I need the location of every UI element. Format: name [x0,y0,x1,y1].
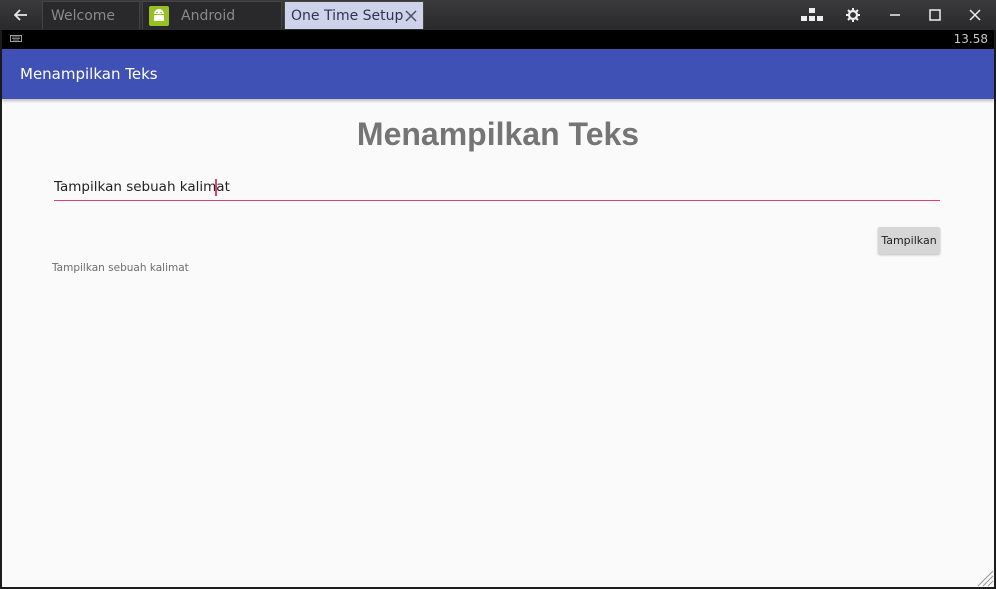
text-caret [215,179,217,196]
keyboard-layout-icon [801,8,823,21]
page-heading: Menampilkan Teks [356,116,640,152]
back-arrow-icon [14,9,27,21]
tab-android-label: Android [181,7,236,24]
maximize-icon [929,9,941,21]
window-title-bar: Welcome Android One Time Setup [0,0,996,30]
text-input-container [54,175,940,201]
status-clock: 13.58 [953,32,988,46]
tab-android[interactable]: Android [142,1,282,29]
resize-grip-icon[interactable] [974,567,994,587]
maximize-button[interactable] [915,1,955,29]
tab-welcome[interactable]: Welcome [42,1,140,29]
gear-icon [846,8,860,22]
back-button[interactable] [2,1,40,29]
close-icon [969,9,981,21]
settings-button[interactable] [833,1,873,29]
android-icon [149,5,169,26]
output-text: Tampilkan sebuah kalimat [52,262,189,274]
app-bar-title: Menampilkan Teks [20,65,158,83]
tab-welcome-label: Welcome [51,7,116,24]
status-bar: 13.58 [2,30,994,49]
minimize-icon [890,14,900,16]
tab-one-time-setup-label: One Time Setup [291,7,404,24]
close-window-button[interactable] [955,1,995,29]
minimize-button[interactable] [875,1,915,29]
app-bar: Menampilkan Teks [2,49,994,99]
keyboard-layout-button[interactable] [792,1,832,29]
keyboard-icon [10,35,22,42]
show-button[interactable]: Tampilkan [878,227,940,254]
main-content: Menampilkan Teks Tampilkan Tampilkan seb… [2,99,994,587]
tab-one-time-setup[interactable]: One Time Setup [284,1,424,29]
sentence-input[interactable] [54,175,940,199]
tab-close-icon[interactable] [405,9,417,22]
